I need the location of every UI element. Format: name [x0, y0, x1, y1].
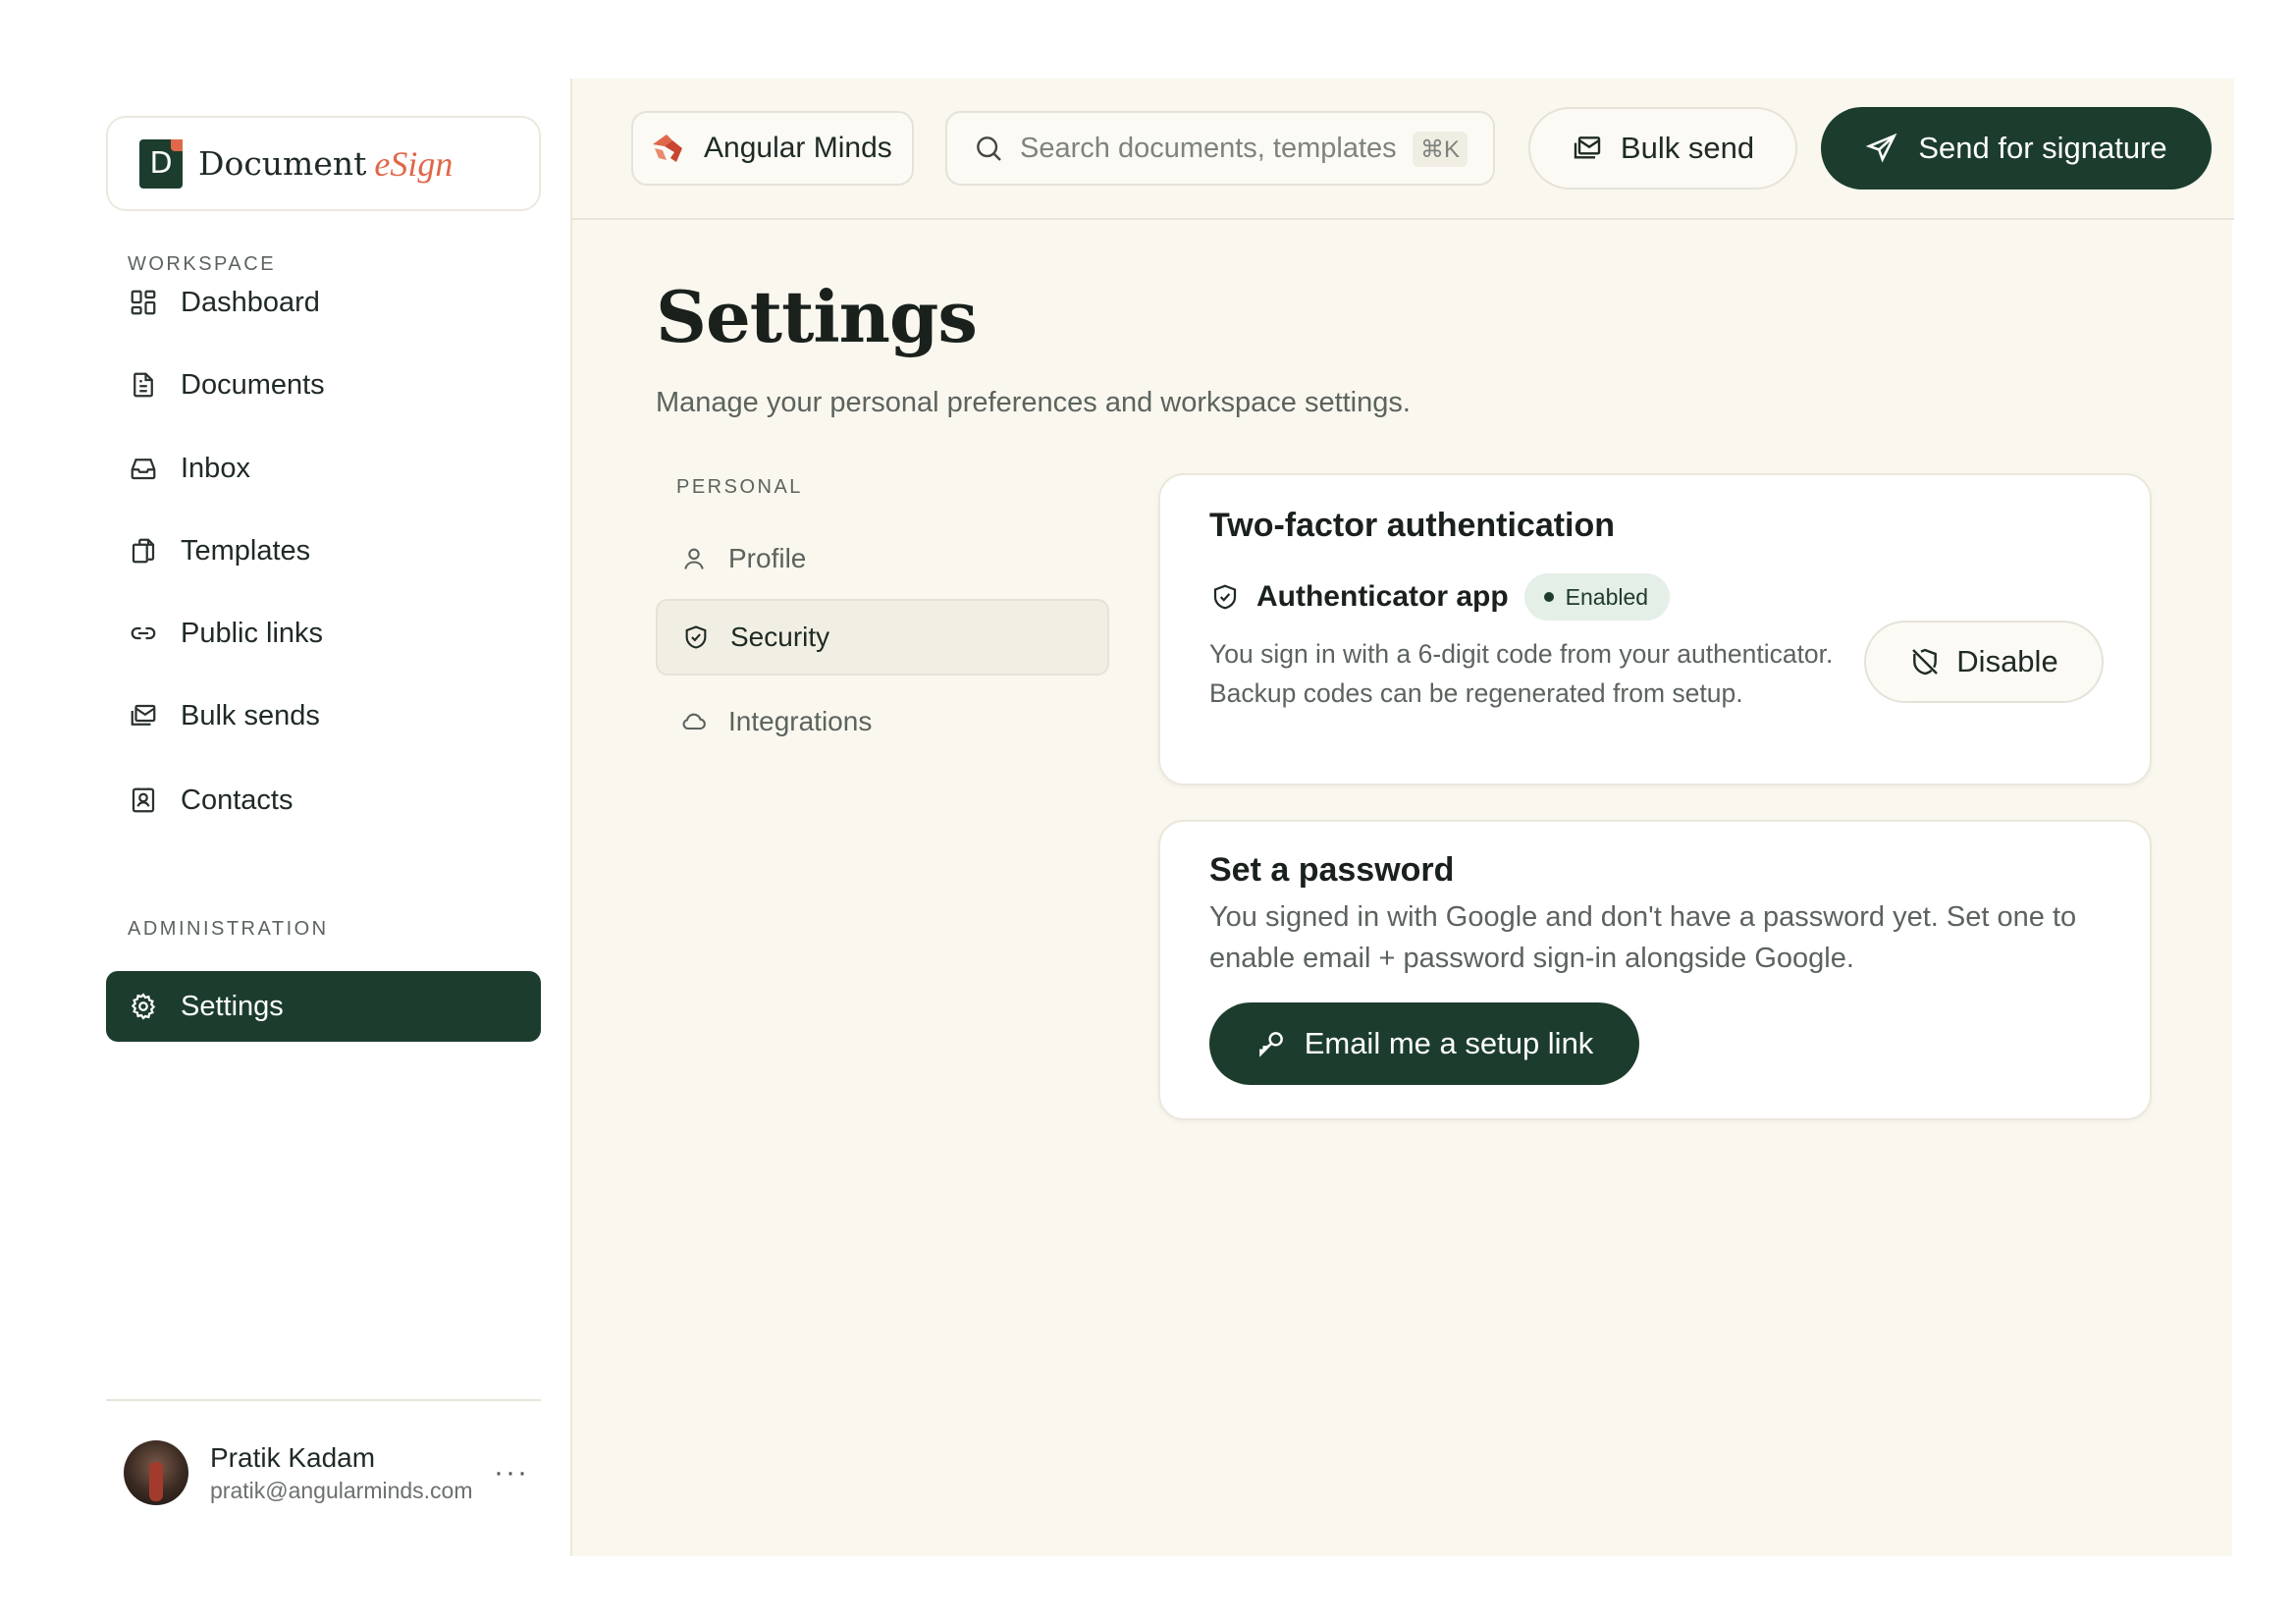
document-icon: [128, 369, 159, 401]
org-switcher-button[interactable]: Angular Minds: [631, 111, 914, 186]
send-icon: [1865, 132, 1898, 165]
shield-icon: [681, 622, 711, 652]
sidebar-item-label: Documents: [181, 368, 325, 401]
app-window: D Document eSign WORKSPACE Dashboard Doc…: [0, 0, 2296, 1623]
brand-accent: eSign: [374, 143, 454, 184]
brand-logo[interactable]: D Document eSign: [106, 116, 541, 211]
email-setup-link-button[interactable]: Email me a setup link: [1209, 1002, 1639, 1085]
brand-name: Document: [198, 144, 367, 183]
settings-tab-integrations[interactable]: Integrations: [656, 683, 1109, 760]
sidebar-item-label: Dashboard: [181, 286, 320, 318]
status-badge: Enabled: [1523, 573, 1671, 621]
two-factor-card: Two-factor authentication Authenticator …: [1158, 473, 2152, 785]
user-profile[interactable]: Pratik Kadam pratik@angularminds.com ···: [124, 1438, 541, 1507]
status-badge-text: Enabled: [1565, 583, 1649, 610]
settings-tab-label: Integrations: [728, 706, 873, 736]
sidebar-item-label: Settings: [181, 990, 284, 1022]
disable-2fa-button[interactable]: Disable: [1864, 621, 2104, 703]
sidebar-item-inbox[interactable]: Inbox: [106, 433, 541, 504]
password-card: Set a password You signed in with Google…: [1158, 820, 2152, 1120]
shield-check-icon: [1209, 581, 1241, 613]
bulk-send-label: Bulk send: [1620, 131, 1755, 165]
top-bar: Angular Minds Search documents, template…: [572, 79, 2234, 220]
gear-icon: [128, 991, 159, 1022]
sidebar: D Document eSign WORKSPACE Dashboard Doc…: [0, 79, 570, 1556]
shield-off-icon: [1909, 646, 1941, 677]
two-factor-description: You sign in with a 6-digit code from you…: [1209, 639, 1834, 708]
avatar: [124, 1440, 188, 1505]
bulk-send-button[interactable]: Bulk send: [1528, 107, 1797, 189]
bulk-send-icon: [128, 700, 159, 731]
link-icon: [128, 618, 159, 649]
sidebar-item-label: Templates: [181, 534, 311, 567]
key-icon: [1255, 1028, 1287, 1059]
password-description: You signed in with Google and don't have…: [1209, 901, 2077, 974]
authenticator-method: Authenticator app: [1256, 580, 1509, 613]
status-dot-icon: [1543, 592, 1554, 602]
more-options-icon[interactable]: ···: [494, 1456, 529, 1489]
settings-tab-label: Profile: [728, 543, 807, 573]
templates-icon: [128, 535, 159, 567]
sidebar-item-label: Inbox: [181, 452, 250, 484]
settings-tab-profile[interactable]: Profile: [656, 520, 1109, 597]
personal-section-label: PERSONAL: [676, 476, 803, 498]
user-email: pratik@angularminds.com: [210, 1477, 473, 1503]
brand-mark-icon: D: [139, 138, 183, 189]
inbox-icon: [128, 453, 159, 484]
settings-tab-security[interactable]: Security: [656, 599, 1109, 676]
sidebar-item-public-links[interactable]: Public links: [106, 598, 541, 669]
send-for-signature-label: Send for signature: [1918, 131, 2167, 165]
search-input[interactable]: Search documents, templates ⌘K: [945, 111, 1495, 186]
password-title: Set a password: [1209, 851, 1455, 889]
disable-label: Disable: [1956, 644, 2058, 678]
sidebar-item-templates[interactable]: Templates: [106, 515, 541, 586]
bulk-send-icon: [1572, 133, 1603, 164]
sidebar-item-documents[interactable]: Documents: [106, 350, 541, 420]
sidebar-divider: [106, 1399, 541, 1401]
two-factor-title: Two-factor authentication: [1209, 507, 1616, 544]
search-icon: [973, 133, 1004, 164]
org-logo-icon: [647, 127, 690, 170]
main-content: Angular Minds Search documents, template…: [570, 79, 2234, 1556]
contacts-icon: [128, 784, 159, 816]
search-shortcut-badge: ⌘K: [1412, 132, 1468, 167]
search-placeholder: Search documents, templates: [1020, 132, 1397, 164]
administration-section-label: ADMINISTRATION: [128, 918, 329, 940]
user-icon: [679, 544, 709, 573]
dashboard-icon: [128, 287, 159, 318]
send-for-signature-button[interactable]: Send for signature: [1821, 107, 2212, 189]
user-name: Pratik Kadam: [210, 1441, 376, 1473]
sidebar-item-bulk-sends[interactable]: Bulk sends: [106, 680, 541, 751]
page-subtitle: Manage your personal preferences and wor…: [656, 387, 1411, 418]
cloud-icon: [679, 707, 709, 736]
page-title: Settings: [656, 275, 978, 358]
sidebar-item-label: Bulk sends: [181, 699, 320, 731]
sidebar-item-label: Public links: [181, 617, 324, 649]
email-setup-link-label: Email me a setup link: [1304, 1026, 1594, 1060]
authenticator-row: Authenticator app Enabled: [1209, 573, 1671, 621]
settings-tab-label: Security: [730, 622, 830, 652]
sidebar-item-contacts[interactable]: Contacts: [106, 765, 541, 836]
sidebar-item-label: Contacts: [181, 784, 294, 816]
sidebar-item-settings[interactable]: Settings: [106, 971, 541, 1042]
sidebar-item-dashboard[interactable]: Dashboard: [106, 267, 541, 338]
org-name: Angular Minds: [704, 132, 892, 164]
